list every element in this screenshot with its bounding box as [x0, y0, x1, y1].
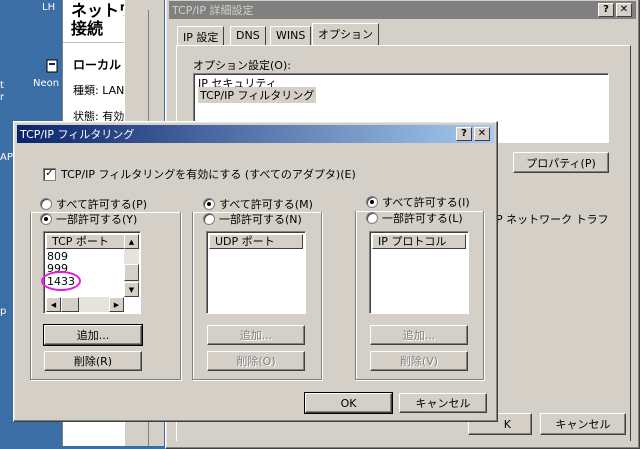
scroll-left-icon[interactable]: ◀: [46, 297, 61, 312]
ip-protocol-list[interactable]: IP プロトコル: [369, 231, 469, 314]
highlight-circle: [41, 271, 81, 291]
window-title-line: 接続: [71, 19, 104, 38]
tcp-add-button[interactable]: 追加...: [43, 324, 143, 346]
enable-filtering-label: TCP/IP フィルタリングを有効にする (すべてのアダプタ)(E): [61, 168, 356, 181]
desktop-icon-label[interactable]: p: [0, 306, 6, 317]
ip-permit-all-radio[interactable]: すべて許可する(I): [366, 194, 470, 210]
options-label: オプション設定(O):: [193, 59, 291, 72]
description-text: P ネットワーク トラフ: [496, 213, 609, 226]
scroll-up-icon[interactable]: ▲: [124, 234, 139, 249]
udp-permit-all-radio[interactable]: すべて許可する(M): [203, 196, 313, 212]
radio-label: すべて許可する(P): [56, 198, 148, 211]
scroll-right-icon[interactable]: ▶: [109, 297, 124, 312]
scroll-down-icon[interactable]: ▼: [124, 282, 139, 297]
properties-button[interactable]: プロパティ(P): [513, 152, 609, 173]
list-header[interactable]: IP プロトコル: [372, 234, 466, 249]
scroll-thumb[interactable]: [61, 297, 79, 312]
ip-remove-button[interactable]: 削除(V): [370, 351, 468, 371]
desktop-icon-label[interactable]: Neon: [33, 78, 59, 89]
horizontal-scrollbar[interactable]: ◀ ▶: [46, 297, 124, 312]
dialog-title: TCP/IP 詳細設定: [172, 4, 254, 17]
help-icon[interactable]: ?: [456, 127, 472, 141]
enable-filtering-checkbox[interactable]: ✓ TCP/IP フィルタリングを有効にする (すべてのアダプタ)(E): [43, 166, 356, 182]
radio-label: すべて許可する(M): [219, 198, 313, 211]
checkmark-icon: ✓: [43, 167, 56, 181]
vertical-scrollbar[interactable]: ▲ ▼: [124, 234, 139, 297]
udp-add-button[interactable]: 追加...: [207, 325, 305, 345]
desktop-icon[interactable]: [44, 58, 60, 74]
udp-remove-button[interactable]: 削除(O): [207, 351, 305, 371]
tcp-permit-all-radio[interactable]: すべて許可する(P): [40, 196, 147, 212]
section-heading: ローカル: [73, 58, 122, 72]
close-icon[interactable]: ✕: [616, 3, 632, 17]
radio-icon: [40, 198, 52, 210]
radio-label: すべて許可する(I): [382, 196, 470, 209]
udp-port-list[interactable]: UDP ポート: [206, 231, 306, 314]
cancel-button[interactable]: キャンセル: [540, 413, 626, 435]
tab-dns[interactable]: DNS: [230, 26, 266, 45]
desktop-icon-label[interactable]: t: [0, 80, 4, 91]
list-item-selected[interactable]: TCP/IP フィルタリング: [198, 87, 317, 103]
cancel-button[interactable]: キャンセル: [399, 393, 487, 413]
help-icon[interactable]: ?: [598, 3, 614, 17]
list-header[interactable]: UDP ポート: [209, 234, 303, 249]
tcp-remove-button[interactable]: 削除(R): [44, 351, 142, 371]
ip-add-button[interactable]: 追加...: [370, 325, 468, 345]
dialog-title: TCP/IP フィルタリング: [20, 128, 135, 141]
close-icon[interactable]: ✕: [474, 127, 490, 141]
title-bar: TCP/IP 詳細設定 ? ✕: [169, 1, 636, 19]
tcp-port-list[interactable]: TCP ポート 809 999 1433 ▲ ▼ ◀ ▶: [41, 231, 141, 314]
tab-ip-settings[interactable]: IP 設定: [177, 26, 225, 45]
radio-selected-icon: [203, 198, 215, 210]
tab-options[interactable]: オプション: [312, 23, 379, 45]
radio-selected-icon: [366, 196, 378, 208]
tcpip-filtering-dialog: TCP/IP フィルタリング ? ✕ ✓ TCP/IP フィルタリングを有効にす…: [13, 121, 498, 422]
tab-wins[interactable]: WINS: [270, 26, 312, 45]
title-bar: TCP/IP フィルタリング ? ✕: [17, 125, 494, 143]
scroll-thumb[interactable]: [124, 264, 139, 281]
ok-button[interactable]: OK: [304, 392, 393, 414]
list-header[interactable]: TCP ポート: [46, 234, 125, 249]
type-label: 種類: LAN: [73, 84, 125, 97]
desktop-icon-label[interactable]: LH: [42, 2, 55, 13]
desktop-icon-label[interactable]: r: [0, 92, 4, 103]
